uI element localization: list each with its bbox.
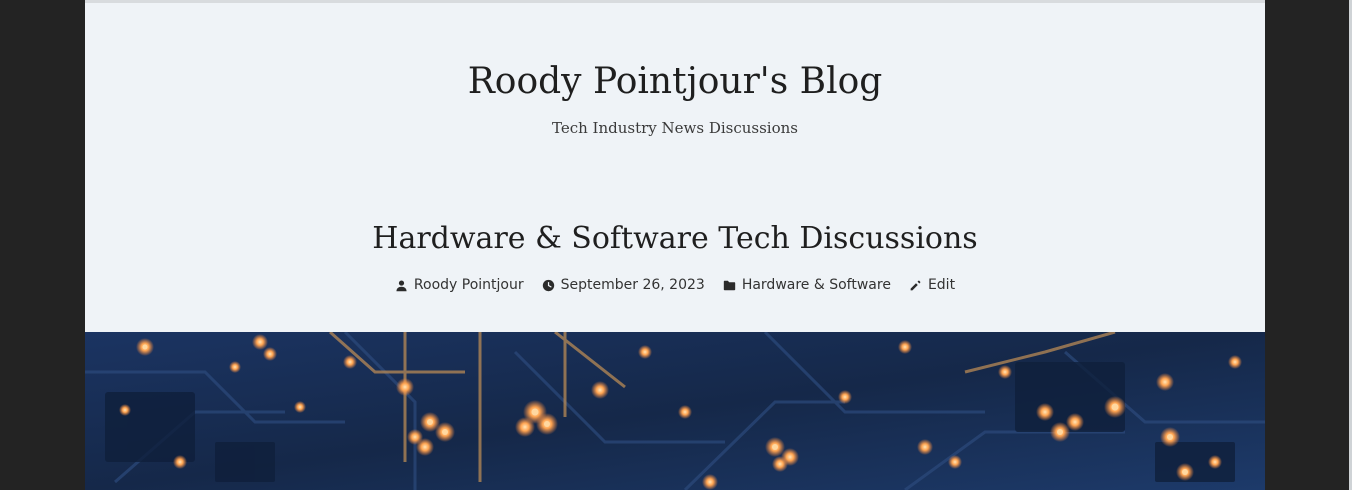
folder-icon xyxy=(723,280,735,290)
post-meta: Roody Pointjour September 26, 2023 Hardw… xyxy=(85,275,1265,295)
post-category[interactable]: Hardware & Software xyxy=(723,275,891,295)
post-date-label[interactable]: September 26, 2023 xyxy=(561,275,705,295)
post-author-label[interactable]: Roody Pointjour xyxy=(414,275,524,295)
post-edit-link[interactable]: Edit xyxy=(909,275,955,295)
post-date[interactable]: September 26, 2023 xyxy=(542,275,705,295)
top-rule xyxy=(85,0,1265,3)
clock-icon xyxy=(542,279,554,291)
post-edit-label[interactable]: Edit xyxy=(928,275,955,295)
circuit-board-image xyxy=(85,332,1265,490)
person-icon xyxy=(396,279,407,291)
post-title: Hardware & Software Tech Discussions xyxy=(372,221,978,256)
pencil-icon xyxy=(910,280,921,290)
post-category-label[interactable]: Hardware & Software xyxy=(742,275,891,295)
featured-image xyxy=(85,332,1265,490)
page-container: Roody Pointjour's Blog Tech Industry New… xyxy=(85,0,1265,490)
site-tagline: Tech Industry News Discussions xyxy=(551,119,798,137)
post-author[interactable]: Roody Pointjour xyxy=(395,275,524,295)
site-title[interactable]: Roody Pointjour's Blog xyxy=(85,58,1265,106)
